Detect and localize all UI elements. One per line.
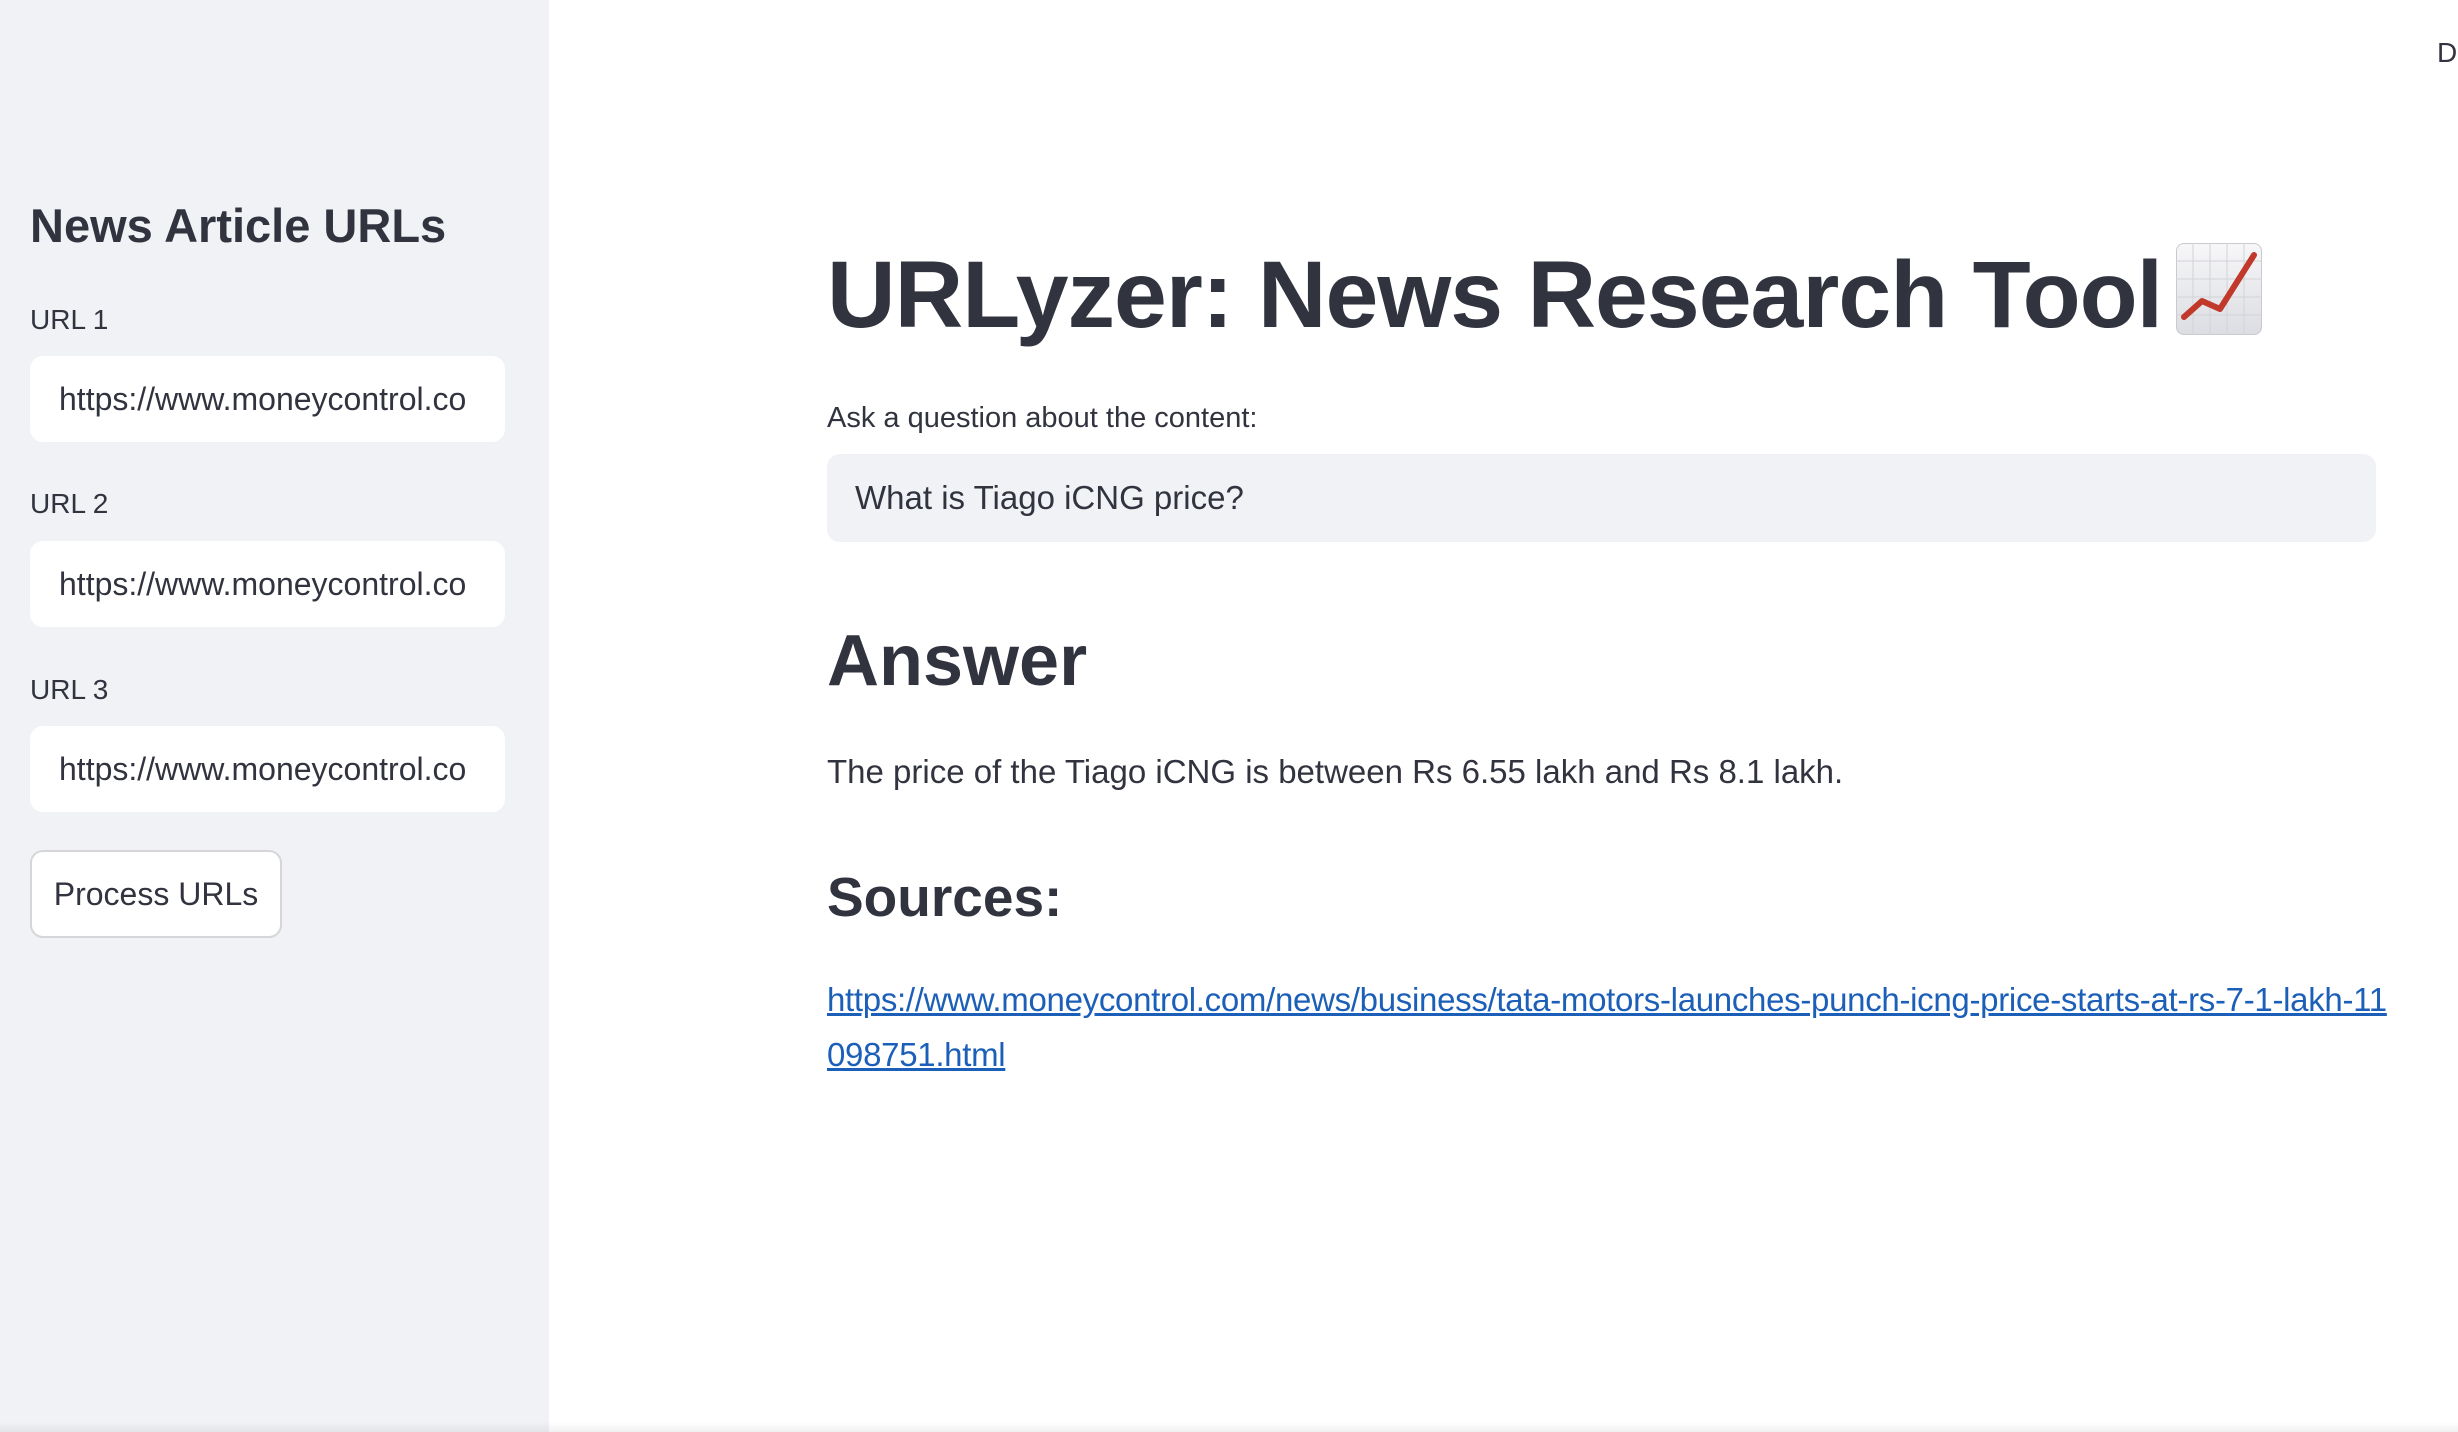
url-1-label: URL 1 (30, 304, 109, 335)
url-3-label: URL 3 (30, 674, 109, 705)
url-1-input[interactable] (30, 356, 505, 442)
question-input[interactable] (827, 454, 2376, 542)
page-title-text: URLyzer: News Research Tool (827, 242, 2163, 348)
deploy-button[interactable]: De (2437, 36, 2458, 70)
main-content: De URLyzer: News Research Tool Ask a que… (549, 0, 2458, 1432)
source-link[interactable]: https://www.moneycontrol.com/news/busine… (827, 972, 2387, 1082)
url-3-input[interactable] (30, 726, 505, 812)
url-2-input[interactable] (30, 541, 505, 627)
sidebar-title: News Article URLs (30, 199, 447, 252)
sources-heading: Sources: (827, 866, 1063, 928)
answer-text: The price of the Tiago iCNG is between R… (827, 753, 1844, 790)
process-urls-button[interactable]: Process URLs (30, 850, 282, 938)
bottom-shadow (0, 1422, 2458, 1432)
sidebar: News Article URLs URL 1 URL 2 URL 3 Proc… (0, 0, 549, 1432)
question-label: Ask a question about the content: (827, 402, 1258, 434)
chart-increasing-icon (2176, 243, 2263, 335)
answer-heading: Answer (827, 621, 1088, 701)
page-title: URLyzer: News Research Tool (827, 240, 2263, 350)
url-2-label: URL 2 (30, 488, 109, 519)
app-window: News Article URLs URL 1 URL 2 URL 3 Proc… (0, 0, 2458, 1432)
